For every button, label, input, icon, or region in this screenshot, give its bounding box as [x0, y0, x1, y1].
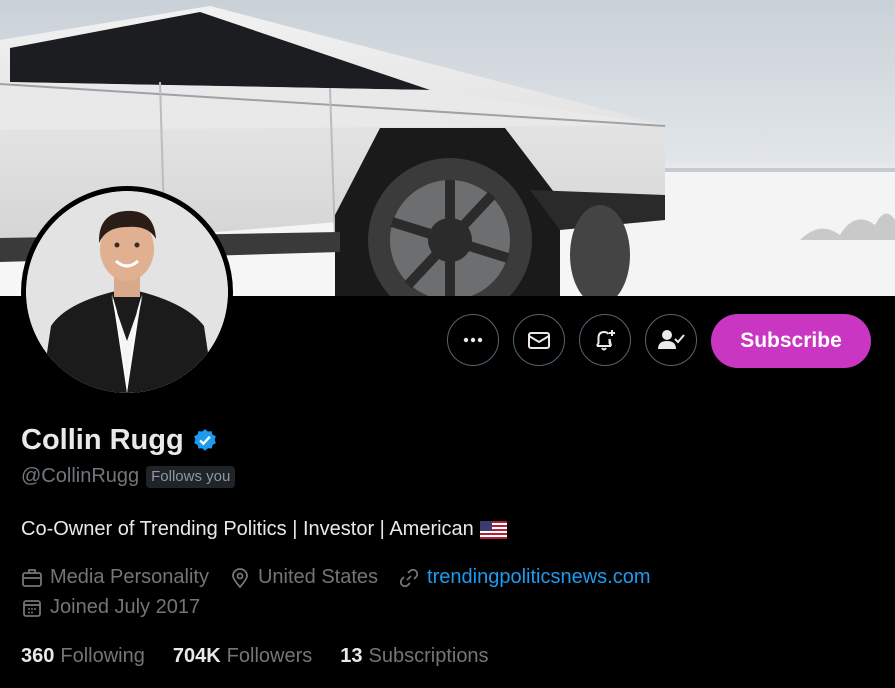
following-stat[interactable]: 360 Following: [21, 645, 145, 668]
subscriptions-stat[interactable]: 13 Subscriptions: [340, 645, 488, 668]
more-button[interactable]: [447, 314, 499, 366]
briefcase-icon: [22, 568, 42, 587]
profile-stats: 360 Following 704K Followers 13 Subscrip…: [21, 645, 489, 668]
user-handle: @CollinRugg: [21, 465, 140, 487]
follows-you-badge: Follows you: [146, 465, 236, 488]
verified-badge-icon[interactable]: [192, 428, 218, 454]
avatar-photo: [26, 191, 228, 393]
calendar-icon: [23, 599, 41, 617]
followers-stat[interactable]: 704K Followers: [173, 645, 312, 668]
notifications-button[interactable]: [579, 314, 631, 366]
website-item: trendingpoliticsnews.com: [398, 566, 650, 589]
display-name: Collin Rugg: [21, 424, 218, 457]
us-flag-icon: [479, 520, 507, 539]
followers-label: Followers: [226, 645, 313, 667]
location-pin-icon: [232, 567, 248, 588]
profile-bio: Co-Owner of Trending Politics | Investor…: [21, 518, 507, 541]
location-item: United States: [229, 566, 378, 589]
message-button[interactable]: [513, 314, 565, 366]
subscribe-button[interactable]: Subscribe: [711, 314, 871, 368]
subscriptions-label: Subscriptions: [368, 645, 489, 667]
profile-meta-row: Media Personality United States trending…: [21, 566, 670, 589]
following-button[interactable]: [645, 314, 697, 366]
following-count: 360: [21, 645, 55, 667]
followers-count: 704K: [172, 645, 221, 667]
location-text: United States: [257, 566, 379, 588]
category-text: Media Personality: [50, 566, 209, 588]
bio-text: Co-Owner of Trending Politics | Investor…: [21, 518, 474, 540]
more-horizontal-icon: [463, 337, 483, 343]
bell-plus-icon: [596, 330, 615, 351]
website-link[interactable]: trendingpoliticsnews.com: [427, 566, 650, 589]
profile-avatar[interactable]: [21, 186, 233, 398]
following-label: Following: [60, 645, 145, 667]
envelope-icon: [528, 332, 550, 349]
joined-text: Joined July 2017: [50, 596, 201, 618]
joined-row: Joined July 2017: [21, 596, 220, 619]
handle-row: @CollinRugg Follows you: [21, 465, 236, 488]
subscriptions-count: 13: [340, 645, 363, 667]
display-name-text: Collin Rugg: [21, 424, 184, 456]
category-item: Media Personality: [21, 566, 209, 589]
joined-item: Joined July 2017: [21, 596, 200, 619]
user-check-icon: [658, 330, 685, 349]
link-icon: [399, 568, 419, 587]
